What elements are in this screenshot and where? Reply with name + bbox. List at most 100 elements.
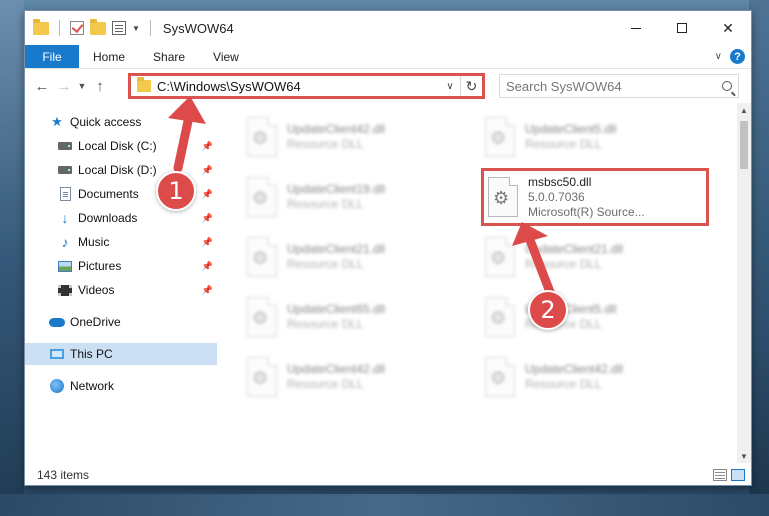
sidebar-item-onedrive[interactable]: OneDrive: [25, 311, 217, 333]
file-name: UpdateClient65.dll: [287, 302, 386, 316]
dll-file-icon: [247, 237, 277, 277]
refresh-icon: ↻: [465, 77, 478, 94]
file-item[interactable]: UpdateClient42.dllResource DLL: [243, 349, 469, 405]
properties-check-icon[interactable]: [70, 21, 84, 35]
tab-home[interactable]: Home: [79, 45, 139, 68]
ribbon-tabs: File Home Share View ∨ ?: [25, 45, 751, 69]
pin-icon[interactable]: 📌: [202, 165, 213, 176]
sidebar-item-music[interactable]: ♪ Music 📌: [25, 231, 217, 253]
pin-icon[interactable]: 📌: [202, 261, 213, 272]
chevron-down-icon: ▼: [77, 81, 87, 91]
search-button[interactable]: [716, 81, 738, 91]
navigation-pane: ★ Quick access Local Disk (C:) 📌 Local D…: [25, 107, 217, 461]
sidebar-item-pictures[interactable]: Pictures 📌: [25, 255, 217, 277]
file-item[interactable]: UpdateClient5.dllResource DLL: [481, 289, 707, 345]
close-icon: ✕: [722, 19, 734, 36]
file-name: UpdateClient42.dll: [525, 362, 624, 376]
file-description: Resource DLL: [525, 257, 602, 271]
step-2-badge: 2: [528, 290, 568, 330]
properties-icon[interactable]: [112, 21, 126, 35]
disk-icon: [57, 163, 73, 177]
customize-toolbar-arrow-icon[interactable]: ▼: [132, 24, 140, 33]
music-icon: ♪: [61, 234, 69, 250]
tab-file[interactable]: File: [25, 45, 79, 68]
pin-icon[interactable]: 📌: [202, 285, 213, 296]
refresh-button[interactable]: ↻: [460, 76, 482, 96]
documents-icon: [57, 187, 73, 201]
sidebar-item-label: Videos: [78, 283, 115, 297]
file-item[interactable]: UpdateClient42.dllResource DLL: [243, 109, 469, 165]
forward-arrow-icon: →: [56, 77, 72, 95]
tiles-view-icon[interactable]: [731, 469, 745, 481]
sidebar-item-network[interactable]: Network: [25, 375, 217, 397]
address-dropdown-chevron-icon[interactable]: ∨: [440, 81, 460, 92]
desktop-background-right: [749, 0, 769, 516]
tab-share[interactable]: Share: [139, 45, 199, 68]
scroll-down-icon[interactable]: ▼: [737, 449, 751, 463]
file-item[interactable]: UpdateClient19.dllResource DLL: [243, 169, 469, 225]
file-name: UpdateClient21.dll: [287, 242, 386, 256]
new-folder-icon[interactable]: [90, 18, 106, 35]
file-item[interactable]: UpdateClient42.dllResource DLL: [481, 349, 707, 405]
pin-icon[interactable]: 📌: [202, 189, 213, 200]
window-controls: ✕: [613, 11, 751, 45]
pin-icon[interactable]: 📌: [202, 141, 213, 152]
sidebar-item-label: Pictures: [78, 259, 122, 273]
dll-file-icon: [485, 357, 515, 397]
address-bar[interactable]: C:\Windows\SysWOW64 ∨ ↻: [128, 73, 485, 99]
sidebar-item-this-pc[interactable]: This PC: [25, 343, 217, 365]
scroll-up-icon[interactable]: ▲: [737, 103, 751, 117]
tab-view[interactable]: View: [199, 45, 253, 68]
folder-icon[interactable]: [33, 18, 49, 35]
close-button[interactable]: ✕: [705, 11, 751, 45]
minimize-button[interactable]: [613, 11, 659, 45]
search-icon: [722, 81, 732, 91]
computer-icon: [49, 347, 65, 361]
dll-file-icon: [488, 177, 518, 217]
back-button[interactable]: ←: [31, 78, 53, 95]
sidebar-item-local-disk-c[interactable]: Local Disk (C:) 📌: [25, 135, 217, 157]
file-item[interactable]: UpdateClient65.dllResource DLL: [243, 289, 469, 345]
maximize-button[interactable]: [659, 11, 705, 45]
pin-icon[interactable]: 📌: [202, 213, 213, 224]
file-item[interactable]: UpdateClient21.dllResource DLL: [243, 229, 469, 285]
file-item[interactable]: UpdateClient5.dllResource DLL: [481, 109, 707, 165]
sidebar-item-label: This PC: [70, 347, 113, 361]
title-bar: ▼ SysWOW64 ✕: [25, 11, 751, 45]
videos-icon: [57, 283, 73, 297]
sidebar-item-quick-access[interactable]: ★ Quick access: [25, 111, 217, 133]
file-item-msbsc50[interactable]: msbsc50.dll 5.0.0.7036 Microsoft(R) Sour…: [481, 168, 709, 226]
pin-icon[interactable]: 📌: [202, 237, 213, 248]
forward-button[interactable]: →: [53, 78, 75, 95]
expand-ribbon-chevron-icon[interactable]: ∨: [715, 51, 722, 62]
help-icon[interactable]: ?: [730, 49, 745, 64]
toolbar-divider: [59, 20, 60, 36]
dll-file-icon: [485, 237, 515, 277]
details-view-icon[interactable]: [713, 469, 727, 481]
file-description: Resource DLL: [287, 137, 364, 151]
search-placeholder: Search SysWOW64: [506, 78, 622, 94]
sidebar-item-videos[interactable]: Videos 📌: [25, 279, 217, 301]
file-item[interactable]: UpdateClient21.dllResource DLL: [481, 229, 707, 285]
network-icon: [49, 379, 65, 393]
sidebar-item-label: Network: [70, 379, 115, 393]
address-path[interactable]: C:\Windows\SysWOW64: [157, 79, 301, 94]
ribbon-right: ∨ ?: [715, 45, 751, 68]
search-input[interactable]: Search SysWOW64: [499, 74, 739, 98]
star-icon: ★: [51, 114, 63, 129]
scrollbar-thumb[interactable]: [740, 121, 748, 169]
sidebar-item-downloads[interactable]: ↓ Downloads 📌: [25, 207, 217, 229]
item-count: 143 items: [37, 468, 90, 482]
dll-file-icon: [247, 357, 277, 397]
vertical-scrollbar[interactable]: ▲ ▼: [737, 103, 751, 463]
dll-file-icon: [247, 297, 277, 337]
status-bar: 143 items: [25, 465, 751, 485]
up-button[interactable]: ↑: [89, 78, 111, 95]
quick-access-toolbar: ▼: [33, 18, 155, 36]
toolbar-divider: [149, 20, 151, 36]
desktop-background-bottom: [0, 494, 769, 516]
file-description: Resource DLL: [525, 377, 602, 391]
explorer-window: ▼ SysWOW64 ✕ File Home Share View ∨ ? ← …: [24, 10, 752, 486]
recent-locations-button[interactable]: ▼: [75, 81, 89, 91]
disk-icon: [57, 139, 73, 153]
